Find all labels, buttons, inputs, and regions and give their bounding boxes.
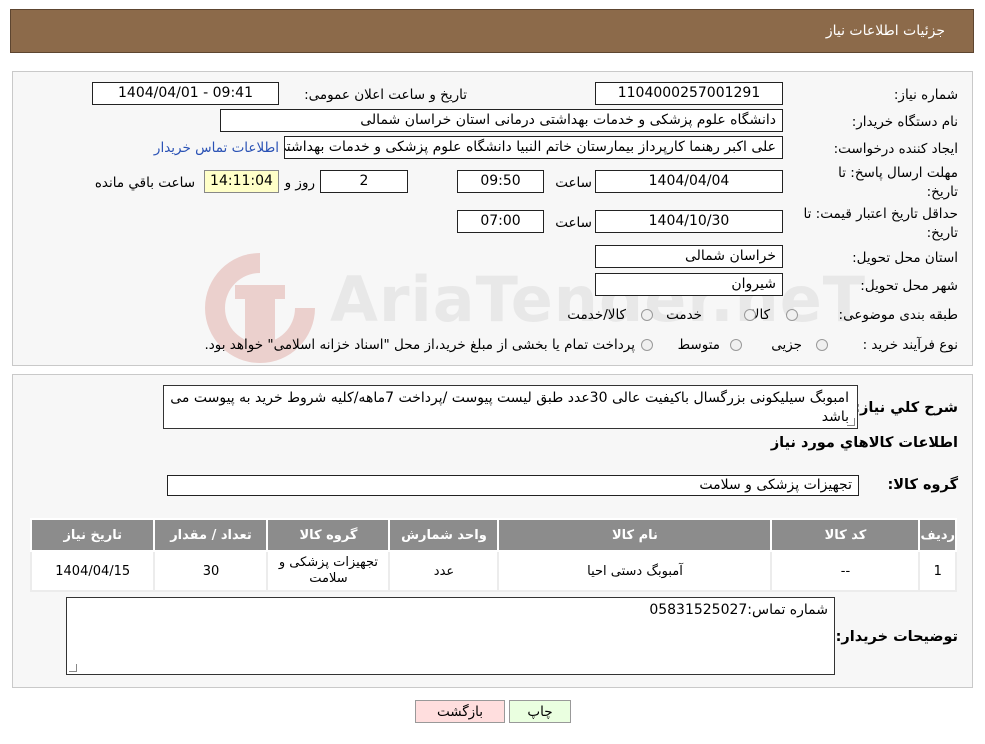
- col-header-unit: واحد شمارش: [388, 518, 500, 552]
- process-option-minor: جزیی: [771, 337, 802, 353]
- description-label: شرح کلي نياز:: [854, 400, 958, 416]
- time-remaining-field: 14:11:04: [204, 170, 279, 193]
- process-checkbox-treasury[interactable]: [641, 339, 653, 351]
- send-date-field: 1404/04/04: [595, 170, 783, 193]
- goods-group-field: تجهیزات پزشکی و سلامت: [167, 475, 859, 496]
- cell-need-date: 1404/04/15: [29, 550, 156, 592]
- validity-date-field: 1404/10/30: [595, 210, 783, 233]
- table-header-row: ردیف کد کالا نام کالا واحد شمارش گروه کا…: [29, 518, 957, 552]
- send-time-label: ساعت: [555, 175, 592, 191]
- announce-datetime-label: تاریخ و ساعت اعلان عمومی:: [304, 87, 467, 103]
- resize-handle-icon[interactable]: [69, 664, 77, 672]
- delivery-province-label: استان محل تحویل:: [852, 250, 958, 266]
- days-label: روز و: [284, 175, 315, 191]
- col-header-group: گروه کالا: [266, 518, 391, 552]
- resize-handle-icon[interactable]: [847, 418, 855, 426]
- col-header-row-number: ردیف: [918, 518, 957, 552]
- description-text: امبوبگ سیلیکونی بزرگسال باکیفیت عالی 30ع…: [170, 390, 849, 425]
- process-option-medium: متوسط: [677, 337, 720, 353]
- requester-label: ایجاد کننده درخواست:: [833, 141, 958, 157]
- items-table: ردیف کد کالا نام کالا واحد شمارش گروه کا…: [29, 518, 957, 592]
- cell-group: تجهیزات پزشکی و سلامت: [266, 550, 391, 592]
- buyer-notes-text: شماره تماس:05831525027: [649, 602, 828, 618]
- buyer-contact-link[interactable]: اطلاعات تماس خریدار: [154, 140, 279, 156]
- cell-item-code: --: [770, 550, 921, 592]
- cell-row-number: 1: [918, 550, 957, 592]
- delivery-city-label: شهر محل تحویل:: [860, 278, 958, 294]
- cell-quantity: 30: [153, 550, 269, 592]
- page-title: جزئیات اطلاعات نیاز: [825, 23, 945, 39]
- process-treasury-note: پرداخت تمام یا بخشی از مبلغ خرید،از محل …: [204, 337, 635, 353]
- remaining-label: ساعت باقي مانده: [94, 175, 195, 191]
- category-option-goods-service: کالا/خدمت: [567, 307, 626, 323]
- validity-time-label: ساعت: [555, 215, 592, 231]
- buyer-notes-textarea[interactable]: شماره تماس:05831525027: [66, 597, 835, 675]
- delivery-province-field: خراسان شمالی: [595, 245, 783, 268]
- price-validity-label: حداقل تاریخ اعتبار قیمت: تا تاریخ:: [803, 206, 958, 241]
- back-button[interactable]: بازگشت: [415, 700, 505, 723]
- need-number-field: 1104000257001291: [595, 82, 783, 105]
- page-title-bar: جزئیات اطلاعات نیاز: [10, 9, 974, 53]
- purchase-process-label: نوع فرآیند خرید :: [862, 337, 958, 353]
- category-radio-goods[interactable]: [786, 309, 798, 321]
- delivery-city-field: شیروان: [595, 273, 783, 296]
- send-time-field: 09:50: [457, 170, 544, 193]
- buyer-notes-label: توضیحات خریدار:: [835, 629, 958, 645]
- col-header-quantity: تعداد / مقدار: [153, 518, 269, 552]
- need-number-label: شماره نیاز:: [893, 87, 958, 103]
- send-deadline-label: مهلت ارسال پاسخ: تا تاریخ:: [838, 165, 958, 200]
- requester-field: علی اکبر رهنما کارپرداز بیمارستان خاتم ا…: [284, 136, 783, 159]
- goods-group-label: گروه کالا:: [887, 477, 958, 493]
- days-remaining-field: 2: [320, 170, 408, 193]
- col-header-need-date: تاریخ نیاز: [29, 518, 156, 552]
- category-radio-service[interactable]: [744, 309, 756, 321]
- category-label: طبقه بندی موضوعی:: [838, 307, 958, 323]
- category-radio-goods-service[interactable]: [641, 309, 653, 321]
- description-textarea[interactable]: امبوبگ سیلیکونی بزرگسال باکیفیت عالی 30ع…: [163, 385, 858, 429]
- buyer-org-field: دانشگاه علوم پزشکی و خدمات بهداشتی درمان…: [220, 109, 783, 132]
- cell-unit: عدد: [388, 550, 500, 592]
- process-radio-minor[interactable]: [816, 339, 828, 351]
- category-option-service: خدمت: [666, 307, 702, 323]
- announce-datetime-field: 1404/04/01 - 09:41: [92, 82, 279, 105]
- process-radio-medium[interactable]: [730, 339, 742, 351]
- col-header-item-code: کد کالا: [770, 518, 921, 552]
- cell-item-name: آمبوبگ دستی احیا: [497, 550, 773, 592]
- goods-info-heading: اطلاعات کالاهاي مورد نياز: [770, 435, 958, 451]
- print-button[interactable]: چاپ: [509, 700, 571, 723]
- table-row: 1 -- آمبوبگ دستی احیا عدد تجهیزات پزشکی …: [29, 550, 957, 592]
- col-header-item-name: نام کالا: [497, 518, 773, 552]
- buyer-org-label: نام دستگاه خريدار:: [851, 114, 958, 130]
- validity-time-field: 07:00: [457, 210, 544, 233]
